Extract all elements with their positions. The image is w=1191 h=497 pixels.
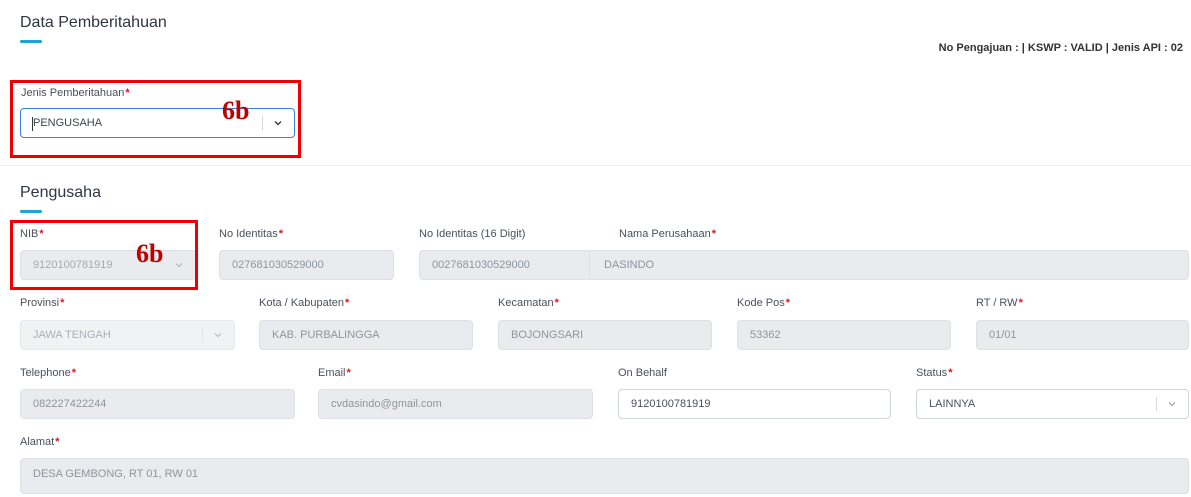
- provinsi-label: Provinsi*: [20, 297, 65, 309]
- title-underline: [20, 40, 42, 43]
- on-behalf-field[interactable]: 9120100781919: [618, 389, 891, 419]
- page-title: Data Pemberitahuan: [20, 14, 167, 31]
- kecamatan-field[interactable]: BOJONGSARI: [498, 320, 712, 350]
- provinsi-dropdown-toggle[interactable]: [202, 321, 234, 349]
- kota-field[interactable]: KAB. PURBALINGGA: [259, 320, 473, 350]
- status-dropdown-toggle[interactable]: [1156, 390, 1188, 418]
- rt-rw-label: RT / RW*: [976, 297, 1023, 309]
- no-identitas-label: No Identitas*: [219, 228, 283, 240]
- email-label: Email*: [318, 367, 351, 379]
- chevron-down-icon: [1168, 402, 1176, 407]
- email-field[interactable]: cvdasindo@gmail.com: [318, 389, 593, 419]
- kecamatan-label: Kecamatan*: [498, 297, 559, 309]
- submission-info: No Pengajuan : | KSWP : VALID | Jenis AP…: [938, 42, 1183, 54]
- section-underline: [20, 210, 42, 213]
- alamat-field[interactable]: DESA GEMBONG, RT 01, RW 01: [20, 458, 1189, 494]
- annotation-box-nib: [10, 220, 198, 290]
- kota-label: Kota / Kabupaten*: [259, 297, 350, 309]
- section-title-pengusaha: Pengusaha: [20, 184, 101, 201]
- status-label: Status*: [916, 367, 953, 379]
- chevron-down-icon: [214, 333, 222, 338]
- nama-perusahaan-field[interactable]: DASINDO: [589, 250, 1189, 280]
- annotation-label-nib: 6b: [136, 239, 164, 268]
- provinsi-select[interactable]: JAWA TENGAH: [20, 320, 235, 350]
- telephone-field[interactable]: 082227422244: [20, 389, 295, 419]
- annotation-box-jenis: [10, 80, 301, 158]
- annotation-label-jenis: 6b: [222, 96, 250, 125]
- section-divider: [0, 165, 1191, 166]
- telephone-label: Telephone*: [20, 367, 77, 379]
- rt-rw-field[interactable]: 01/01: [976, 320, 1189, 350]
- kode-pos-label: Kode Pos*: [737, 297, 790, 309]
- status-select[interactable]: LAINNYA: [916, 389, 1189, 419]
- no-identitas-16-field[interactable]: 0027681030529000: [419, 250, 593, 280]
- nama-perusahaan-label: Nama Perusahaan*: [619, 228, 717, 240]
- on-behalf-label: On Behalf: [618, 367, 667, 379]
- kode-pos-field[interactable]: 53362: [737, 320, 951, 350]
- no-identitas-16-label: No Identitas (16 Digit): [419, 228, 526, 240]
- alamat-label: Alamat*: [20, 436, 60, 448]
- no-identitas-field[interactable]: 027681030529000: [219, 250, 394, 280]
